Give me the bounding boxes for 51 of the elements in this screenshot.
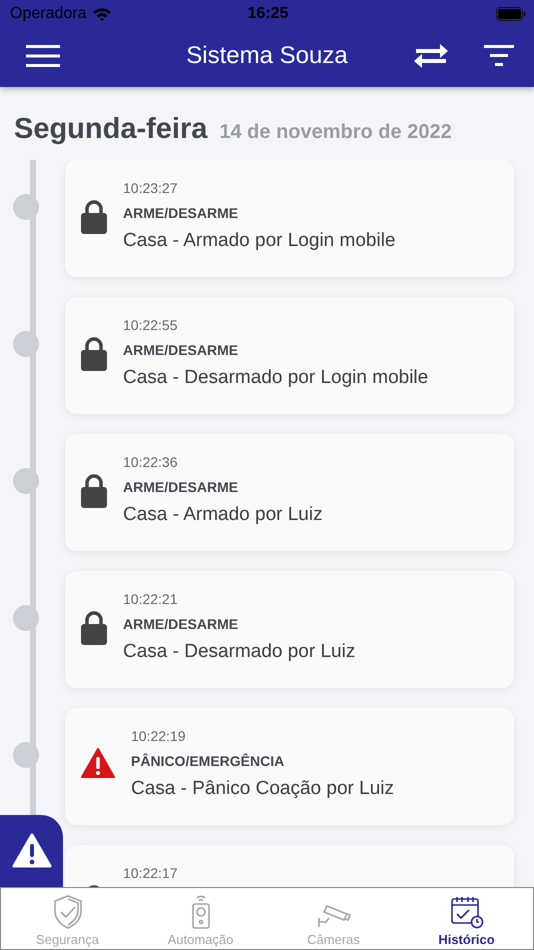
event-time: 10:22:21	[123, 591, 178, 607]
event-description: Casa - Desarmado por Luiz	[123, 641, 356, 663]
carrier-name: Operadora	[10, 5, 86, 23]
padlock-icon	[81, 337, 107, 371]
event-category: ARME/DESARME	[123, 342, 240, 358]
event-card[interactable]: 10:23:27 ARME/DESARME Casa - Armado por Login mobile	[65, 160, 514, 277]
menu-icon	[26, 44, 60, 68]
event-time: 10:23:27	[123, 180, 178, 196]
timeline-dot	[13, 742, 39, 768]
warning-icon	[12, 833, 52, 869]
event-card[interactable]: 10:22:17	[65, 845, 514, 887]
timeline-dot	[13, 605, 39, 631]
tab-item[interactable]: Histórico	[400, 888, 533, 949]
date-label: 14 de novembro de 2022	[219, 121, 452, 144]
event-time: 10:22:36	[123, 454, 178, 470]
timeline-dot	[13, 468, 39, 494]
panic-button[interactable]	[0, 815, 63, 887]
menu-button[interactable]	[26, 44, 60, 68]
filter-button[interactable]	[484, 44, 514, 66]
event-card[interactable]: 10:22:21 ARME/DESARME Casa - Desarmado por Luiz	[65, 571, 514, 688]
event-description: Casa - Armado por Login mobile	[123, 230, 396, 252]
event-description: Casa - Armado por Luiz	[123, 504, 323, 526]
remote-control-icon	[190, 895, 210, 929]
padlock-icon	[81, 611, 107, 645]
event-category: ARME/DESARME	[123, 479, 240, 495]
padlock-icon	[81, 474, 107, 508]
event-card[interactable]: 10:22:36 ARME/DESARME Casa - Armado por Luiz	[65, 434, 514, 551]
event-time: 10:22:17	[123, 865, 178, 881]
app-title: Sistema Souza	[185, 42, 349, 70]
swap-arrows-icon	[414, 42, 448, 68]
timeline-dot	[13, 194, 39, 220]
switch-button[interactable]	[414, 42, 448, 68]
event-time: 10:22:55	[123, 317, 178, 333]
status-time: 16:25	[248, 5, 288, 23]
timeline-dot	[13, 331, 39, 357]
event-category: ARME/DESARME	[123, 616, 240, 632]
calendar-check-icon	[450, 895, 484, 929]
event-category: PÂNICO/EMERGÊNCIA	[131, 753, 286, 769]
padlock-icon	[81, 200, 107, 234]
event-description: Casa - Desarmado por Login mobile	[123, 367, 428, 389]
shield-check-icon	[52, 895, 82, 929]
event-category: ARME/DESARME	[123, 205, 240, 221]
weekday-heading: Segunda-feira	[14, 113, 208, 146]
event-time: 10:22:19	[131, 728, 186, 744]
event-card[interactable]: 10:22:55 ARME/DESARME Casa - Desarmado por Login mobile	[65, 297, 514, 414]
wifi-icon	[92, 7, 112, 21]
warning-icon	[81, 748, 115, 778]
battery-icon	[496, 7, 526, 21]
filter-icon	[484, 44, 514, 66]
event-card[interactable]: 10:22:19 PÂNICO/EMERGÊNCIA Casa - Pânico Coação por Luiz	[65, 708, 514, 825]
event-description: Casa - Pânico Coação por Luiz	[131, 778, 394, 800]
